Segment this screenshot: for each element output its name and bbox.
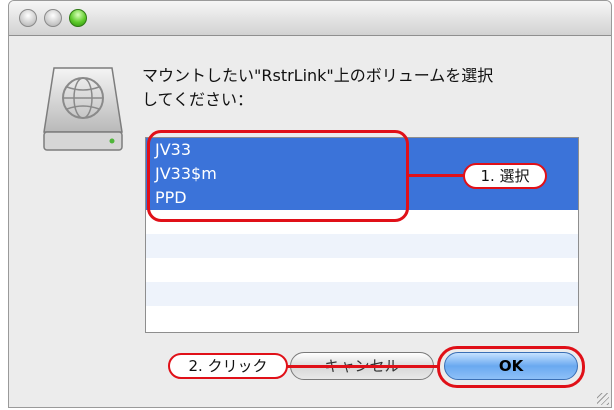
- close-button[interactable]: [19, 9, 37, 27]
- selection-highlight: [147, 130, 409, 222]
- empty-row: [146, 282, 578, 306]
- zoom-button[interactable]: [69, 9, 87, 27]
- callout-step1: 1. 選択: [463, 163, 547, 189]
- empty-row: [146, 306, 578, 330]
- network-drive-icon: [43, 67, 123, 151]
- ok-highlight: [437, 346, 585, 388]
- empty-row: [146, 234, 578, 258]
- minimize-button[interactable]: [44, 9, 62, 27]
- callout-step2: 2. クリック: [168, 353, 288, 379]
- callout-line-step1: [409, 174, 465, 177]
- callout-line-step2: [286, 365, 438, 368]
- prompt-line-2: してください：: [142, 90, 254, 109]
- title-bar[interactable]: [9, 1, 611, 36]
- dialog-prompt: マウントしたい"RstrLink"上のボリュームを選択 してください：: [142, 64, 582, 112]
- empty-row: [146, 258, 578, 282]
- resize-grip[interactable]: [597, 393, 609, 405]
- prompt-line-1: マウントしたい"RstrLink"上のボリュームを選択: [142, 66, 494, 85]
